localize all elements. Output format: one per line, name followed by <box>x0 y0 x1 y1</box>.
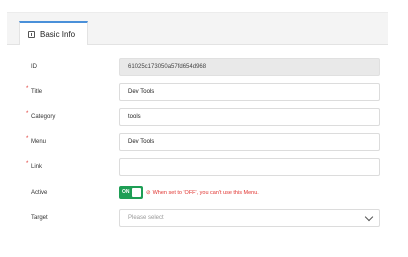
form-row-active: Active ON ⊘ When set to 'OFF', you can't … <box>7 184 388 202</box>
form-row-category: * Category tools <box>7 108 388 126</box>
target-select[interactable]: Please select <box>119 209 380 227</box>
tab-basic-info-label: Basic Info <box>40 29 76 39</box>
form-row-link: * Link <box>7 158 388 176</box>
form-row-title: * Title Dev Tools <box>7 83 388 101</box>
title-label: * Title <box>26 83 42 101</box>
category-label: * Category <box>26 108 55 126</box>
category-input[interactable]: tools <box>119 108 380 126</box>
form-row-menu: * Menu Dev Tools <box>7 133 388 151</box>
active-hint: ⊘ When set to 'OFF', you can't use this M… <box>146 190 259 196</box>
active-toggle[interactable]: ON <box>119 186 143 199</box>
required-mark: * <box>26 161 29 167</box>
required-mark: * <box>26 111 29 117</box>
target-label: Target <box>31 215 48 221</box>
required-mark: * <box>26 86 29 92</box>
tab-basic-info[interactable]: Basic Info <box>19 21 88 45</box>
warning-icon: ⊘ <box>146 190 151 196</box>
link-label: * Link <box>26 158 42 176</box>
target-placeholder: Please select <box>128 215 164 221</box>
form-row-target: Target Please select <box>7 209 388 227</box>
id-field: 61025c173050a57fd654d968 <box>119 58 380 76</box>
menu-input[interactable]: Dev Tools <box>119 133 380 151</box>
tab-bar: Basic Info <box>7 13 388 45</box>
form-row-id: ID 61025c173050a57fd654d968 <box>7 58 388 76</box>
chevron-down-icon <box>364 212 374 222</box>
link-input[interactable] <box>119 158 380 176</box>
menu-label: * Menu <box>26 133 46 151</box>
title-input[interactable]: Dev Tools <box>119 83 380 101</box>
active-label: Active <box>31 190 48 196</box>
info-card-icon <box>28 30 35 38</box>
toggle-on-text: ON <box>122 189 130 195</box>
basic-info-panel: Basic Info ID 61025c173050a57fd654d968 *… <box>7 12 388 233</box>
required-mark: * <box>26 136 29 142</box>
id-label: ID <box>31 64 37 70</box>
toggle-knob <box>132 188 141 197</box>
